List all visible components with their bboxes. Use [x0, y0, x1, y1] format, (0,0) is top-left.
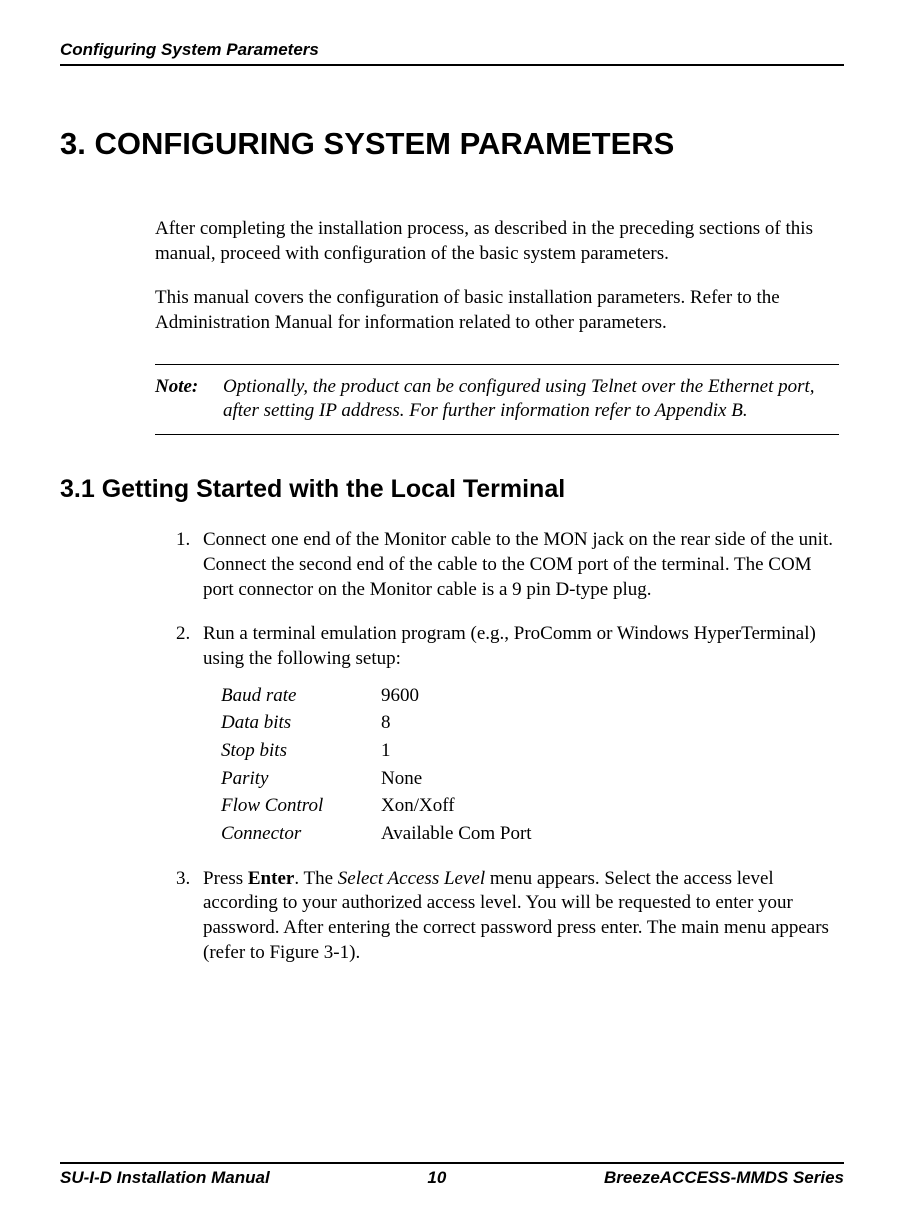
page: Configuring System Parameters 3. CONFIGU… [0, 0, 904, 1216]
steps-list: Connect one end of the Monitor cable to … [155, 528, 839, 965]
intro-paragraph-2: This manual covers the configuration of … [155, 286, 839, 335]
step-3-mid1: . The [294, 868, 337, 889]
step-3-menu-name: Select Access Level [338, 868, 485, 889]
setup-flow-value: Xon/Xoff [381, 794, 455, 819]
step-3-enter: Enter [248, 868, 294, 889]
page-footer: SU-I-D Installation Manual 10 BreezeACCE… [60, 1162, 844, 1188]
steps-block: Connect one end of the Monitor cable to … [155, 528, 839, 965]
section-title: 3.1 Getting Started with the Local Termi… [60, 475, 844, 504]
intro-block: After completing the installation proces… [155, 217, 839, 435]
footer-left: SU-I-D Installation Manual [60, 1168, 270, 1188]
note-block: Note: Optionally, the product can be con… [155, 364, 839, 435]
terminal-setup-table: Baud rate 9600 Data bits 8 Stop bits 1 P… [221, 684, 839, 847]
step-2: Run a terminal emulation program (e.g., … [195, 622, 839, 847]
step-1: Connect one end of the Monitor cable to … [195, 528, 839, 602]
setup-row-baud: Baud rate 9600 [221, 684, 839, 709]
setup-row-data: Data bits 8 [221, 711, 839, 736]
setup-conn-value: Available Com Port [381, 822, 532, 847]
step-3-pre: Press [203, 868, 248, 889]
intro-paragraph-1: After completing the installation proces… [155, 217, 839, 266]
running-header: Configuring System Parameters [60, 40, 844, 66]
footer-page-number: 10 [427, 1168, 446, 1188]
note-label: Note: [155, 375, 223, 400]
setup-row-flow: Flow Control Xon/Xoff [221, 794, 839, 819]
setup-row-connector: Connector Available Com Port [221, 822, 839, 847]
setup-flow-label: Flow Control [221, 794, 381, 819]
setup-row-parity: Parity None [221, 767, 839, 792]
footer-right: BreezeACCESS-MMDS Series [604, 1168, 844, 1188]
setup-baud-label: Baud rate [221, 684, 381, 709]
setup-stop-value: 1 [381, 739, 391, 764]
setup-conn-label: Connector [221, 822, 381, 847]
step-3: Press Enter. The Select Access Level men… [195, 867, 839, 966]
setup-data-value: 8 [381, 711, 391, 736]
step-2-text: Run a terminal emulation program (e.g., … [203, 623, 816, 669]
setup-data-label: Data bits [221, 711, 381, 736]
setup-stop-label: Stop bits [221, 739, 381, 764]
setup-parity-value: None [381, 767, 422, 792]
setup-baud-value: 9600 [381, 684, 419, 709]
step-1-text: Connect one end of the Monitor cable to … [203, 529, 833, 599]
chapter-title: 3. CONFIGURING SYSTEM PARAMETERS [60, 126, 844, 162]
note-text: Optionally, the product can be configure… [223, 375, 839, 424]
setup-parity-label: Parity [221, 767, 381, 792]
setup-row-stop: Stop bits 1 [221, 739, 839, 764]
